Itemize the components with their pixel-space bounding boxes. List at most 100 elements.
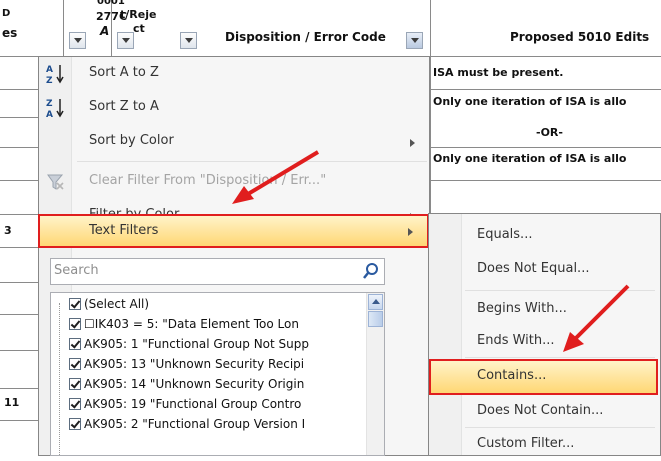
cell-value: Only one iteration of ISA is allo [433,152,627,165]
tree-connector [59,303,60,455]
column-divider [111,0,112,56]
column-divider [430,0,431,215]
list-item-label: (Select All) [84,297,150,311]
column-header-b-top: 0001 [97,0,125,7]
search-icon [362,262,380,280]
svg-text:A: A [46,65,53,75]
search-input[interactable]: Search [50,258,385,285]
column-header-a-top: D [2,8,11,19]
submenu-item-contains[interactable]: Contains... [429,359,658,395]
submenu-item-label: Does Not Equal... [477,261,590,276]
list-item[interactable]: AK905: 13 "Unknown Security Recipi [69,357,304,377]
row-border [0,420,38,421]
cell-value: 3 [4,224,12,237]
menu-separator [77,161,427,162]
submenu-item-does-not-contain[interactable]: Does Not Contain... [429,394,660,428]
submenu-item-label: Ends With... [477,333,555,348]
list-item-label: ☐IK403 = 5: "Data Element Too Lon [84,317,299,331]
menu-item-text-filters[interactable]: Text Filters [38,214,429,248]
row-border [0,314,38,315]
menu-separator [465,290,655,291]
scroll-up-arrow-icon[interactable] [368,294,383,310]
list-item[interactable]: AK905: 1 "Functional Group Not Supp [69,337,309,357]
row-border [0,180,38,181]
submenu-item-label: Does Not Contain... [477,403,604,418]
row-border [0,147,38,148]
clear-filter-icon [45,171,65,193]
menu-item-clear-filter: Clear Filter From "Disposition / Err..." [39,165,429,199]
list-item[interactable]: AK905: 14 "Unknown Security Origin [69,377,304,397]
menu-item-sort-by-color[interactable]: Sort by Color [39,125,429,159]
cell-value: -OR- [536,126,563,139]
list-item[interactable]: AK905: 19 "Functional Group Contro [69,397,301,417]
row-border [0,89,38,90]
checkbox[interactable] [69,298,81,310]
filter-dropdown-button[interactable] [69,32,86,49]
menu-item-label: Clear Filter From "Disposition / Err..." [89,173,327,188]
cell-value: ISA must be present. [433,66,564,79]
filter-dropdown-button[interactable] [117,32,134,49]
list-item[interactable]: AK905: 2 "Functional Group Version I [69,417,305,437]
sort-z-to-a-icon: Z A [45,97,65,120]
menu-separator [465,357,655,358]
menu-item-label: Text Filters [89,223,159,238]
checkbox[interactable] [69,398,81,410]
column-divider [63,0,64,56]
row-border [0,388,38,389]
row-border [0,214,38,215]
checkbox[interactable] [69,418,81,430]
search-placeholder: Search [54,263,99,278]
submenu-item-does-not-equal[interactable]: Does Not Equal... [429,252,660,286]
row-border [0,350,38,351]
list-item-label: AK905: 19 "Functional Group Contro [84,397,302,411]
menu-item-label: Sort A to Z [89,65,159,80]
checkbox[interactable] [69,338,81,350]
list-scrollbar[interactable] [366,293,384,455]
row-border [430,89,661,90]
submenu-arrow-icon [408,228,413,236]
svg-text:Z: Z [46,99,53,109]
list-item[interactable]: ☐IK403 = 5: "Data Element Too Lon [69,317,299,337]
menu-item-label: Sort by Color [89,133,174,148]
submenu-item-equals[interactable]: Equals... [429,218,660,252]
filter-dropdown-button[interactable] [180,32,197,49]
column-header-c-top: t/Reje [120,8,157,21]
submenu-item-label: Contains... [477,368,547,383]
sort-a-to-z-icon: A Z [45,63,65,86]
cell-value: 11 [4,396,20,409]
list-item-label: AK905: 1 "Functional Group Not Supp [84,337,309,351]
list-item-label: AK905: 2 "Functional Group Version I [84,417,306,431]
submenu-item-label: Begins With... [477,301,567,316]
row-border [430,147,661,148]
svg-text:Z: Z [46,76,53,85]
submenu-item-ends-with[interactable]: Ends With... [429,324,660,358]
submenu-item-label: Equals... [477,227,533,242]
checkbox[interactable] [69,378,81,390]
menu-item-sort-z-to-a[interactable]: Z A Sort Z to A [39,91,429,125]
submenu-item-begins-with[interactable]: Begins With... [429,292,660,326]
checkbox[interactable] [69,358,81,370]
filter-dropdown-button-active[interactable] [406,32,423,49]
submenu-arrow-icon [410,139,415,147]
column-header-a: es [2,26,18,40]
row-border [0,282,38,283]
column-header-disposition: Disposition / Error Code [225,30,386,44]
checkbox[interactable] [69,318,81,330]
row-border [430,180,661,181]
row-border [0,247,38,248]
column-header-b: A [100,24,110,38]
menu-item-label: Sort Z to A [89,99,159,114]
filter-value-list[interactable]: (Select All) ☐IK403 = 5: "Data Element T… [50,292,385,456]
row-border [0,117,38,118]
scroll-thumb[interactable] [368,311,383,327]
text-filters-submenu: Equals... Does Not Equal... Begins With.… [428,213,661,456]
column-header-proposed-edits: Proposed 5010 Edits [510,30,650,44]
cell-value: Only one iteration of ISA is allo [433,95,627,108]
list-item-select-all[interactable]: (Select All) [69,297,149,317]
list-item-label: AK905: 13 "Unknown Security Recipi [84,357,305,371]
menu-item-sort-a-to-z[interactable]: A Z Sort A to Z [39,57,429,91]
submenu-item-label: Custom Filter... [477,436,575,451]
list-item-label: AK905: 14 "Unknown Security Origin [84,377,305,391]
column-header-c: ct [133,22,145,35]
svg-text:A: A [46,110,53,119]
